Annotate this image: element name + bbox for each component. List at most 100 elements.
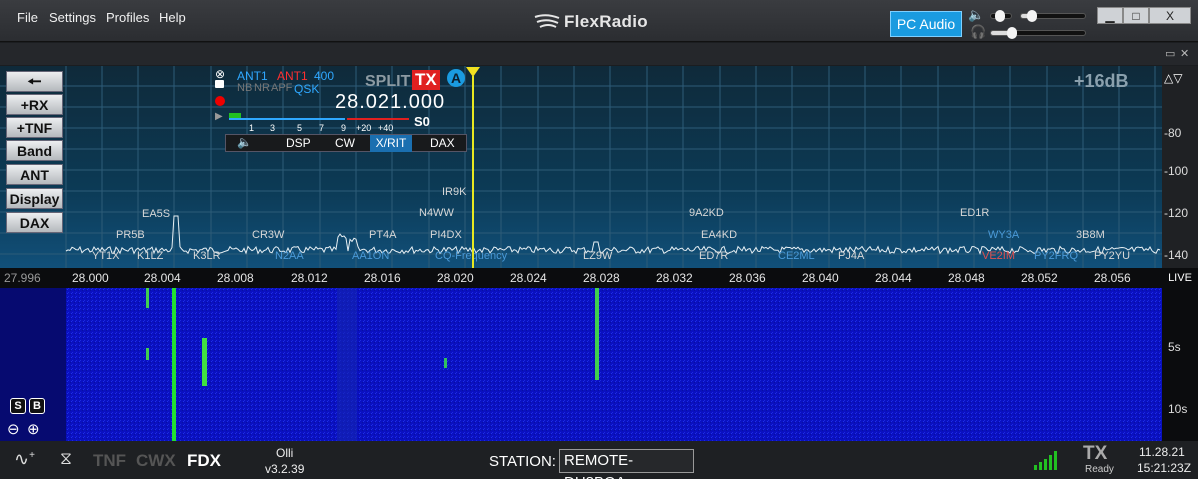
qsk-label: QSK — [294, 82, 320, 96]
slice-tuning-line[interactable] — [472, 76, 474, 288]
station-label: STATION: — [489, 453, 556, 470]
slice-frequency[interactable]: 28.021.000 — [335, 91, 445, 114]
user-name: Olli — [276, 446, 294, 460]
tab-cw[interactable]: CW — [335, 136, 355, 150]
db-scale-up-icon[interactable]: △▽ — [1164, 71, 1182, 85]
band-button[interactable]: Band — [6, 140, 63, 161]
network-icon[interactable]: ⧖ — [60, 449, 72, 469]
waterfall-s-button[interactable]: S — [10, 398, 26, 414]
spot-label[interactable]: PY2FRQ — [1034, 250, 1078, 262]
headphone-icon[interactable]: 🎧 — [970, 24, 986, 40]
dax-button[interactable]: DAX — [6, 212, 63, 233]
fdx-toggle[interactable]: FDX — [187, 451, 221, 471]
add-panadapter-icon[interactable]: ∿+ — [14, 449, 35, 470]
split-label[interactable]: SPLIT — [365, 73, 410, 91]
audio-tab-icon[interactable]: 🔈 — [237, 135, 252, 149]
title-bar: File Settings Profiles Help FlexRadio PC… — [0, 0, 1198, 42]
spot-label[interactable]: PR5B — [116, 229, 145, 241]
date-display: 11.28.21 — [1139, 445, 1185, 459]
add-tnf-button[interactable]: +TNF — [6, 117, 63, 138]
panel-close-icon[interactable]: ✕ — [1180, 47, 1189, 60]
cwx-toggle[interactable]: CWX — [136, 451, 176, 471]
spot-label[interactable]: N2AA — [275, 250, 304, 262]
panel-float-icon[interactable]: ▭ — [1165, 47, 1175, 60]
waterfall-image — [0, 288, 1162, 441]
pc-audio-button[interactable]: PC Audio — [890, 11, 962, 37]
frequency-tick: 28.016 — [364, 271, 401, 285]
waterfall[interactable] — [0, 288, 1162, 441]
spot-label[interactable]: ED7R — [699, 250, 728, 262]
speaker-volume-slider[interactable] — [990, 10, 1012, 22]
display-button[interactable]: Display — [6, 188, 63, 209]
frequency-tick: 27.996 — [4, 271, 41, 285]
spot-label[interactable]: PT4A — [369, 229, 397, 241]
headphone-volume-slider[interactable] — [990, 27, 1086, 39]
play-icon[interactable]: ▶ — [215, 111, 223, 122]
ant-button[interactable]: ANT — [6, 164, 63, 185]
record-icon[interactable] — [215, 96, 225, 106]
close-button[interactable]: X — [1149, 7, 1191, 24]
filter-width[interactable]: 400 — [314, 69, 334, 83]
app-logo: FlexRadio — [534, 12, 648, 32]
flexradio-logo-icon — [534, 14, 560, 28]
spot-label[interactable]: YT1X — [92, 250, 120, 262]
tx-badge[interactable]: TX — [412, 70, 440, 90]
spot-label[interactable]: ED1R — [960, 207, 989, 219]
tab-xrit[interactable]: X/RIT — [370, 135, 412, 152]
smeter-tick: 5 — [297, 123, 303, 133]
spot-label[interactable]: VE2IM — [982, 250, 1015, 262]
flag-nr: NR — [254, 82, 270, 94]
speaker-icon[interactable]: 🔈 — [968, 7, 984, 23]
tx-status[interactable]: TX — [1083, 443, 1107, 465]
menu-profiles[interactable]: Profiles — [106, 10, 149, 25]
spot-label[interactable]: CE2ML — [778, 250, 815, 262]
spot-label[interactable]: CR3W — [252, 229, 284, 241]
collapse-panel-icon[interactable]: 🠔 — [6, 71, 63, 92]
zoom-in-icon[interactable]: ⊕ — [27, 420, 40, 438]
frequency-tick: 28.004 — [144, 271, 181, 285]
flag-nb: NB — [237, 82, 253, 94]
spot-label[interactable]: PJ4A — [838, 250, 864, 262]
slice-letter[interactable]: A — [447, 69, 465, 87]
spot-label[interactable]: EA5S — [142, 208, 170, 220]
minimize-button[interactable]: ▁ — [1097, 7, 1123, 24]
spot-label[interactable]: 9A2KD — [689, 207, 724, 219]
menu-settings[interactable]: Settings — [49, 10, 96, 25]
rx-antenna[interactable]: ANT1 — [237, 69, 268, 83]
tab-dax[interactable]: DAX — [430, 136, 455, 150]
spot-label[interactable]: K3LR — [193, 250, 221, 262]
db-label: -140 — [1164, 248, 1189, 262]
slice-flag: ⊗ ▶ ANT1 ANT1 400 NB NR APF QSK SPLIT TX… — [213, 67, 475, 153]
menu-file[interactable]: File — [17, 10, 38, 25]
maximize-button[interactable]: □ — [1123, 7, 1149, 24]
station-value[interactable]: REMOTE-DH8BQA — [559, 449, 694, 479]
waterfall-b-button[interactable]: B — [29, 398, 45, 414]
spot-label[interactable]: N4WW — [419, 207, 454, 219]
smeter-tick: 9 — [341, 123, 347, 133]
spot-label[interactable]: EA4KD — [701, 229, 737, 241]
tx-antenna[interactable]: ANT1 — [277, 69, 308, 83]
spot-label[interactable]: PY2YU — [1094, 250, 1130, 262]
spot-label[interactable]: AA1ON — [352, 250, 389, 262]
zoom-out-icon[interactable]: ⊖ — [7, 420, 20, 438]
flag-apf: APF — [271, 82, 293, 94]
smeter-tick: 3 — [270, 123, 276, 133]
spot-label[interactable]: K1LZ — [137, 250, 163, 262]
frequency-tick: 28.032 — [656, 271, 693, 285]
panel-toolbar: ▭ ✕ — [0, 43, 1198, 65]
add-rx-button[interactable]: +RX — [6, 94, 63, 115]
spot-label[interactable]: LZ9W — [583, 250, 612, 262]
tnf-toggle[interactable]: TNF — [93, 451, 126, 471]
menu-help[interactable]: Help — [159, 10, 186, 25]
close-slice-icon[interactable]: ⊗ — [215, 67, 225, 81]
spot-label[interactable]: WY3A — [988, 229, 1019, 241]
lock-icon[interactable] — [215, 80, 224, 88]
app-version: v3.2.39 — [265, 462, 305, 476]
wf-time-label: 10s — [1168, 402, 1188, 416]
tab-dsp[interactable]: DSP — [286, 136, 311, 150]
spot-label[interactable]: PI4DX — [430, 229, 462, 241]
spot-label[interactable]: IR9K — [442, 186, 466, 198]
spot-label[interactable]: 3B8M — [1076, 229, 1105, 241]
frequency-tick: 28.020 — [437, 271, 474, 285]
master-volume-slider[interactable] — [1020, 10, 1086, 22]
